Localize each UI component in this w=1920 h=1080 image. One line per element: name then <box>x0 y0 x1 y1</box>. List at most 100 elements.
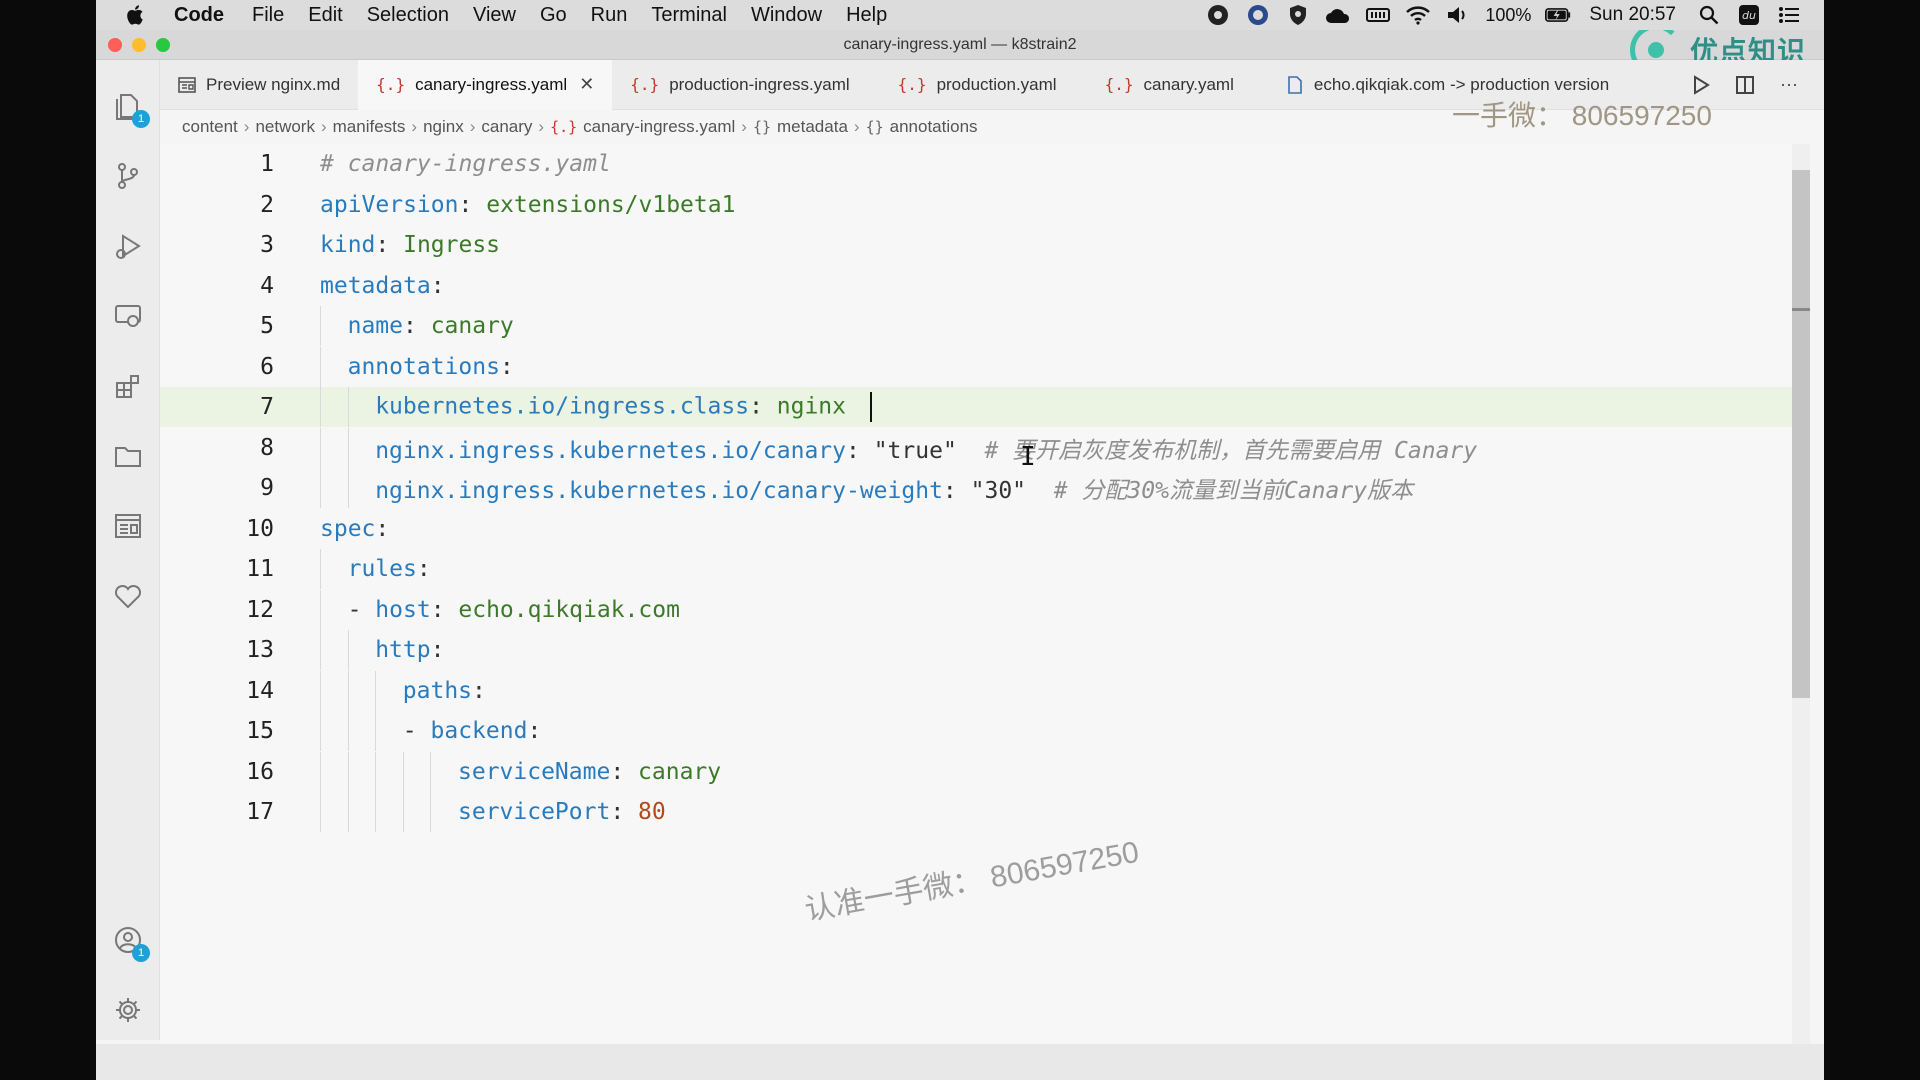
run-icon[interactable] <box>1690 74 1712 96</box>
yaml-colon: : <box>749 393 763 420</box>
breadcrumb-item[interactable]: manifests <box>333 117 406 137</box>
chevron-right-icon: › <box>741 117 747 136</box>
run-debug-icon[interactable] <box>112 230 144 262</box>
apple-icon[interactable] <box>124 3 148 27</box>
code-line[interactable]: 9 nginx.ingress.kubernetes.io/canary-weig… <box>160 468 1802 508</box>
fullscreen-window-button[interactable] <box>156 38 170 52</box>
code-line[interactable]: 10 spec: <box>160 509 1802 549</box>
input-method-icon[interactable]: du <box>1736 4 1762 26</box>
menu-view[interactable]: View <box>473 4 516 27</box>
yaml-colon: : <box>846 437 860 464</box>
yaml-key: http <box>375 637 431 663</box>
tab-preview-nginx-md[interactable]: Preview nginx.md <box>160 60 358 110</box>
shield-icon[interactable] <box>1285 4 1311 26</box>
breadcrumb-item[interactable]: nginx <box>423 117 464 137</box>
memory-icon[interactable] <box>1365 4 1391 26</box>
code-text: - host: echo.qikqiak.com <box>348 597 680 623</box>
tab-canary-ingress-yaml[interactable]: {.} canary-ingress.yaml ✕ <box>358 59 613 110</box>
battery-percent: 100% <box>1485 4 1532 25</box>
indent-guide <box>430 792 432 832</box>
minimize-window-button[interactable] <box>132 38 146 52</box>
code-text: kind: Ingress <box>320 232 500 258</box>
creative-cloud-icon[interactable] <box>1205 4 1231 26</box>
breadcrumb-item[interactable]: metadata <box>777 117 848 137</box>
indent-guide <box>375 670 377 711</box>
yaml-colon: : <box>472 677 486 704</box>
editor-scrollbar-thumb[interactable] <box>1792 170 1810 698</box>
code-editor[interactable]: 1 # canary-ingress.yaml 2 apiVersion: exten… <box>160 144 1802 1044</box>
code-line[interactable]: 17 servicePort: 80 <box>160 792 1802 832</box>
breadcrumb-item[interactable]: network <box>255 117 315 137</box>
accounts-icon[interactable]: 1 <box>112 924 150 962</box>
favorites-heart-icon[interactable] <box>112 580 144 612</box>
tab-canary-yaml[interactable]: {.} canary.yaml <box>1075 60 1252 110</box>
code-line[interactable]: 4 metadata: <box>160 266 1802 306</box>
activity-bar: 1 1 <box>96 60 160 1040</box>
close-tab-icon[interactable]: ✕ <box>579 74 594 95</box>
menu-file[interactable]: File <box>252 4 284 27</box>
code-line[interactable]: 12 - host: echo.qikqiak.com <box>160 589 1802 630</box>
code-line[interactable]: 16 serviceName: canary <box>160 751 1802 792</box>
menu-help[interactable]: Help <box>846 4 887 27</box>
yaml-key: annotations <box>347 353 500 380</box>
battery-icon[interactable] <box>1545 4 1571 26</box>
code-line[interactable]: 6 annotations: <box>160 346 1802 387</box>
line-number: 6 <box>260 353 274 380</box>
settings-gear-icon[interactable] <box>112 994 144 1026</box>
menu-window[interactable]: Window <box>751 4 822 27</box>
code-text: http: <box>375 637 444 663</box>
source-control-icon[interactable] <box>112 160 144 192</box>
yaml-colon: : <box>499 353 514 380</box>
yaml-colon: : <box>430 637 445 663</box>
code-line[interactable]: 2 apiVersion: extensions/v1beta1 <box>160 185 1802 225</box>
indent-guide <box>347 427 349 468</box>
menu-go[interactable]: Go <box>540 4 567 27</box>
breadcrumb-item[interactable]: annotations <box>890 117 978 137</box>
volume-icon[interactable] <box>1445 4 1471 26</box>
code-line[interactable]: 11 rules: <box>160 549 1802 589</box>
close-window-button[interactable] <box>108 38 122 52</box>
browser-preview-icon[interactable] <box>112 510 144 542</box>
code-line[interactable]: 3 kind: Ingress <box>160 225 1802 265</box>
indent-guide <box>320 792 321 832</box>
yaml-value: extensions/v1beta1 <box>472 191 736 218</box>
code-line[interactable]: 7 kubernetes.io/ingress.class: nginx <box>160 387 1802 427</box>
code-text: # canary-ingress.yaml <box>320 151 611 177</box>
code-line[interactable]: 13 http: <box>160 630 1802 670</box>
menu-app-name[interactable]: Code <box>174 4 224 27</box>
folder-icon[interactable] <box>112 440 144 472</box>
more-actions-icon[interactable]: ··· <box>1778 74 1800 96</box>
code-line[interactable]: 14 paths: <box>160 670 1802 711</box>
yaml-value: 80 <box>624 799 666 825</box>
remote-explorer-icon[interactable] <box>112 300 144 332</box>
explorer-icon[interactable]: 1 <box>112 90 150 128</box>
tab-label: production.yaml <box>936 74 1057 94</box>
split-editor-icon[interactable] <box>1734 74 1756 96</box>
breadcrumb-item[interactable]: canary <box>481 117 532 137</box>
extensions-icon[interactable] <box>112 370 144 402</box>
code-line[interactable]: 8 nginx.ingress.kubernetes.io/canary: "tr… <box>160 427 1802 468</box>
menu-edit[interactable]: Edit <box>308 4 342 27</box>
breadcrumb-item[interactable]: content <box>182 117 238 137</box>
wifi-icon[interactable] <box>1405 4 1431 26</box>
yaml-key: serviceName <box>458 758 611 785</box>
yaml-key: apiVersion <box>320 191 459 218</box>
control-center-icon[interactable] <box>1776 4 1802 26</box>
code-line[interactable]: 1 # canary-ingress.yaml <box>160 144 1802 184</box>
menu-run[interactable]: Run <box>591 4 628 27</box>
menu-selection[interactable]: Selection <box>367 4 449 27</box>
spotlight-search-icon[interactable] <box>1696 4 1722 26</box>
code-line[interactable]: 5 name: canary <box>160 306 1802 346</box>
tab-production-ingress-yaml[interactable]: {.} production-ingress.yaml <box>612 60 867 110</box>
file-icon <box>1288 75 1302 94</box>
yaml-colon: : <box>527 718 542 744</box>
code-line[interactable]: 15 - backend: <box>160 711 1802 751</box>
vpn-icon[interactable] <box>1245 4 1271 26</box>
breadcrumb-item[interactable]: canary-ingress.yaml <box>583 117 735 137</box>
menu-terminal[interactable]: Terminal <box>651 4 727 27</box>
menubar-clock[interactable]: Sun 20:57 <box>1589 4 1676 26</box>
cloud-icon[interactable] <box>1325 4 1351 26</box>
yaml-file-icon: {.} <box>376 75 406 94</box>
tab-production-yaml[interactable]: {.} production.yaml <box>868 60 1075 110</box>
object-icon: {} <box>752 118 772 136</box>
